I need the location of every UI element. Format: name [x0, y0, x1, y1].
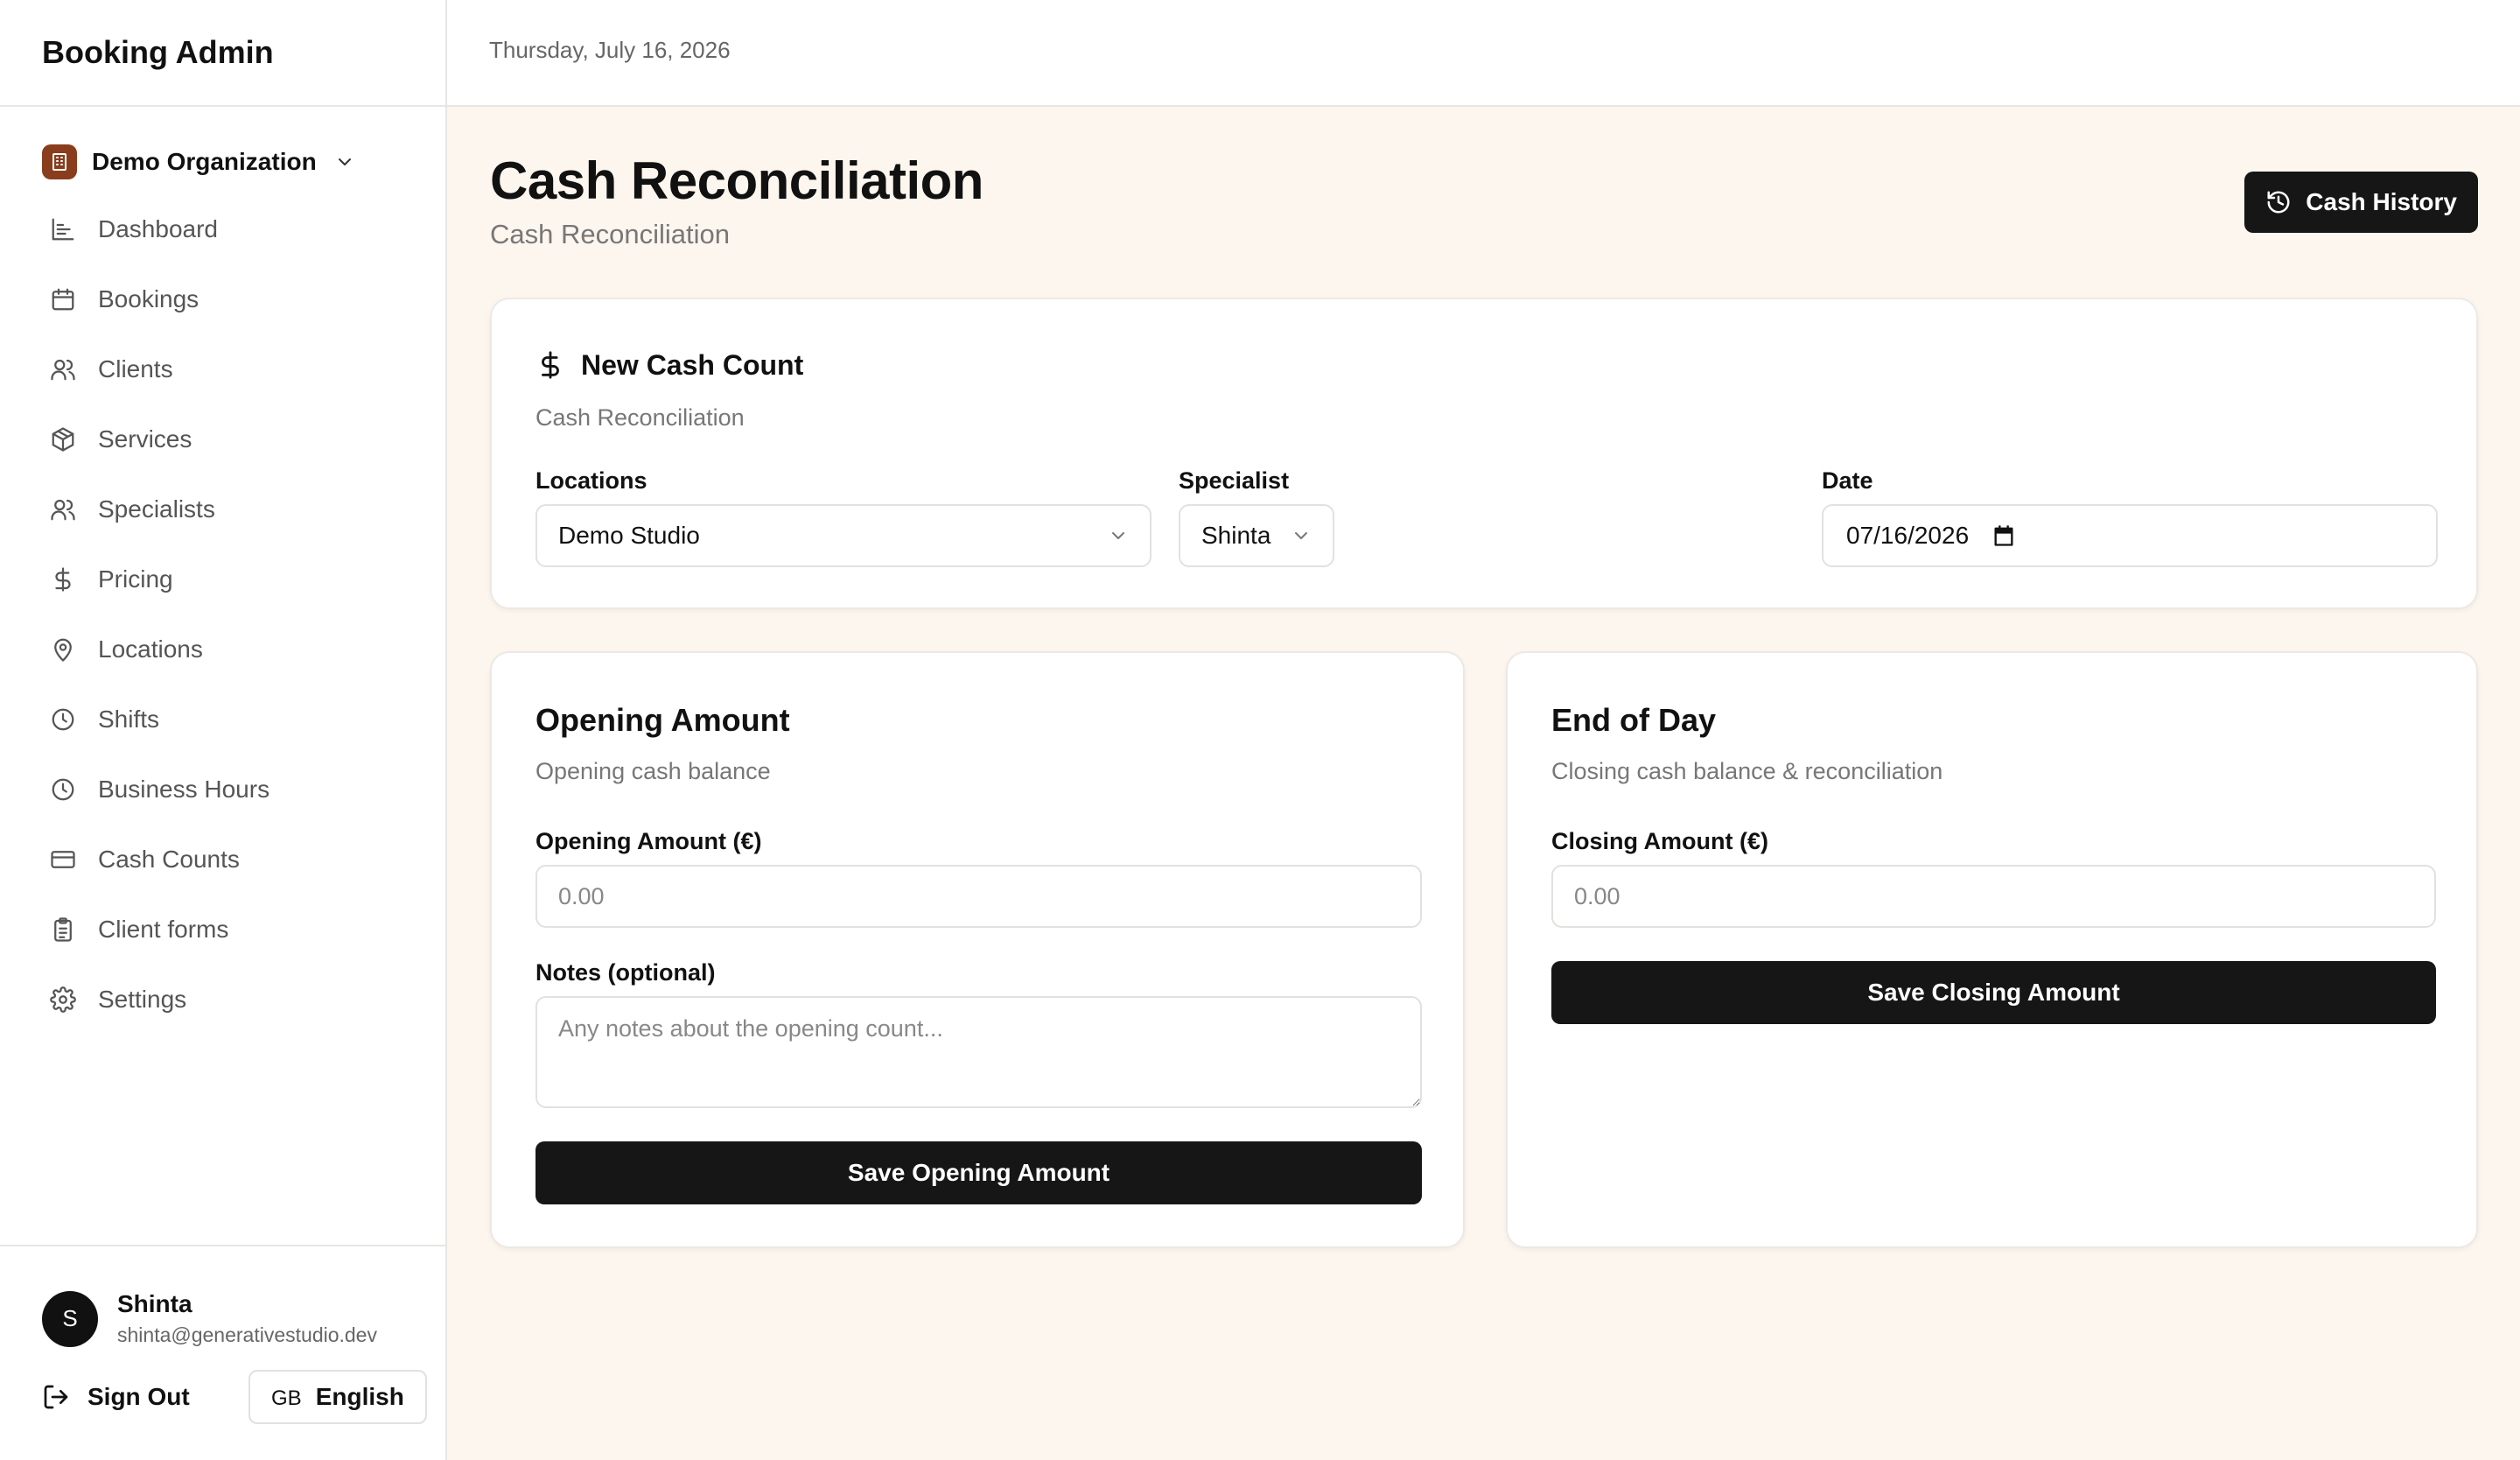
map-pin-icon [47, 634, 79, 665]
date-value: 07/16/2026 [1846, 522, 1970, 549]
sidebar-item-label: Cash Counts [98, 846, 240, 873]
dollar-icon [536, 348, 565, 382]
language-selector[interactable]: GB English [248, 1370, 427, 1424]
sidebar-item-shifts[interactable]: Shifts [0, 684, 445, 755]
sidebar-item-label: Bookings [98, 285, 200, 312]
specialist-select[interactable]: Shinta [1179, 504, 1334, 567]
user-email: shinta@generativestudio.dev [117, 1323, 377, 1346]
end-of-day-card: End of Day Closing cash balance & reconc… [1506, 651, 2478, 1248]
sidebar-item-label: Pricing [98, 565, 173, 593]
eod-title: End of Day [1551, 702, 1717, 738]
sidebar-item-dashboard[interactable]: Dashboard [0, 194, 445, 264]
log-out-icon [42, 1383, 70, 1411]
sidebar-item-services[interactable]: Services [0, 404, 445, 474]
gear-icon [47, 984, 79, 1015]
current-date: Thursday, July 16, 2026 [489, 36, 731, 63]
chevron-down-icon [1291, 525, 1312, 546]
page-subtitle: Cash Reconciliation [490, 219, 730, 249]
card-title: New Cash Count [581, 348, 804, 381]
closing-amount-label: Closing Amount (€) [1551, 828, 1768, 854]
save-closing-button[interactable]: Save Closing Amount [1551, 961, 2436, 1024]
user-name: Shinta [117, 1290, 192, 1317]
topbar: Thursday, July 16, 2026 [447, 0, 2520, 107]
cash-history-label: Cash History [2306, 188, 2457, 215]
specialist-value: Shinta [1201, 522, 1271, 549]
building-icon [42, 144, 77, 179]
credit-card-icon [47, 844, 79, 875]
date-label: Date [1822, 467, 1873, 494]
sidebar-item-clients[interactable]: Clients [0, 334, 445, 404]
org-switcher[interactable]: Demo Organization [42, 142, 445, 182]
clipboard-icon [47, 914, 79, 945]
opening-notes-textarea[interactable] [536, 996, 1422, 1108]
sidebar-item-specialists[interactable]: Specialists [0, 474, 445, 544]
sidebar-item-business-hours[interactable]: Business Hours [0, 755, 445, 825]
sidebar-footer: S Shinta shinta@generativestudio.dev Sig… [0, 1245, 445, 1460]
specialist-label: Specialist [1179, 467, 1290, 494]
sidebar-item-label: Business Hours [98, 776, 270, 803]
sidebar-item-label: Client forms [98, 916, 229, 943]
new-cash-count-header: New Cash Count [536, 348, 803, 382]
sidebar-item-label: Shifts [98, 705, 160, 733]
closing-amount-input[interactable] [1551, 865, 2436, 928]
dollar-icon [47, 564, 79, 595]
opening-amount-label: Opening Amount (€) [536, 828, 762, 854]
chevron-down-icon [1108, 525, 1129, 546]
chevron-down-icon [334, 151, 355, 172]
clock-icon [47, 704, 79, 735]
locations-label: Locations [536, 467, 648, 494]
history-icon [2265, 189, 2292, 215]
sign-out-label: Sign Out [88, 1383, 190, 1410]
clock-icon [47, 774, 79, 805]
sidebar-nav: Dashboard Bookings Clients Services Spec… [0, 194, 445, 1035]
user-profile: S Shinta shinta@generativestudio.dev [42, 1290, 445, 1347]
package-icon [47, 424, 79, 455]
users-icon [47, 354, 79, 385]
sidebar-item-pricing[interactable]: Pricing [0, 544, 445, 614]
flag-icon: GB [271, 1386, 302, 1410]
app-title: Booking Admin [0, 0, 445, 107]
language-label: English [315, 1383, 404, 1410]
calendar-icon [47, 284, 79, 315]
sidebar: Booking Admin Demo Organization Dashboar… [0, 0, 447, 1460]
sidebar-item-label: Locations [98, 635, 203, 663]
sidebar-item-label: Clients [98, 355, 173, 383]
sidebar-item-label: Specialists [98, 495, 215, 523]
opening-description: Opening cash balance [536, 758, 771, 784]
eod-description: Closing cash balance & reconciliation [1551, 758, 1943, 784]
location-value: Demo Studio [558, 522, 700, 549]
sidebar-item-label: Services [98, 425, 192, 453]
new-cash-count-card: New Cash Count Cash Reconciliation Locat… [490, 298, 2478, 609]
sign-out-button[interactable]: Sign Out [42, 1383, 248, 1411]
opening-title: Opening Amount [536, 702, 790, 738]
sidebar-item-label: Settings [98, 986, 187, 1013]
save-opening-button[interactable]: Save Opening Amount [536, 1141, 1422, 1204]
page-title: Cash Reconciliation [490, 151, 984, 210]
org-name: Demo Organization [92, 148, 317, 175]
opening-amount-input[interactable] [536, 865, 1422, 928]
sidebar-item-cash-counts[interactable]: Cash Counts [0, 825, 445, 895]
calendar-icon[interactable] [1992, 523, 2016, 548]
cash-history-button[interactable]: Cash History [2244, 172, 2478, 233]
avatar: S [42, 1290, 98, 1347]
notes-label: Notes (optional) [536, 959, 716, 986]
sidebar-item-locations[interactable]: Locations [0, 614, 445, 684]
page-header: Cash Reconciliation Cash Reconciliation … [490, 107, 2478, 298]
users-icon [47, 494, 79, 525]
location-select[interactable]: Demo Studio [536, 504, 1152, 567]
sidebar-item-label: Dashboard [98, 215, 218, 242]
chart-icon [47, 214, 79, 245]
main-content: Cash Reconciliation Cash Reconciliation … [490, 107, 2478, 1248]
sidebar-item-settings[interactable]: Settings [0, 965, 445, 1035]
date-input[interactable]: 07/16/2026 [1822, 504, 2438, 567]
sidebar-item-bookings[interactable]: Bookings [0, 264, 445, 334]
card-description: Cash Reconciliation [536, 404, 745, 431]
sidebar-item-client-forms[interactable]: Client forms [0, 895, 445, 965]
opening-amount-card: Opening Amount Opening cash balance Open… [490, 651, 1465, 1248]
